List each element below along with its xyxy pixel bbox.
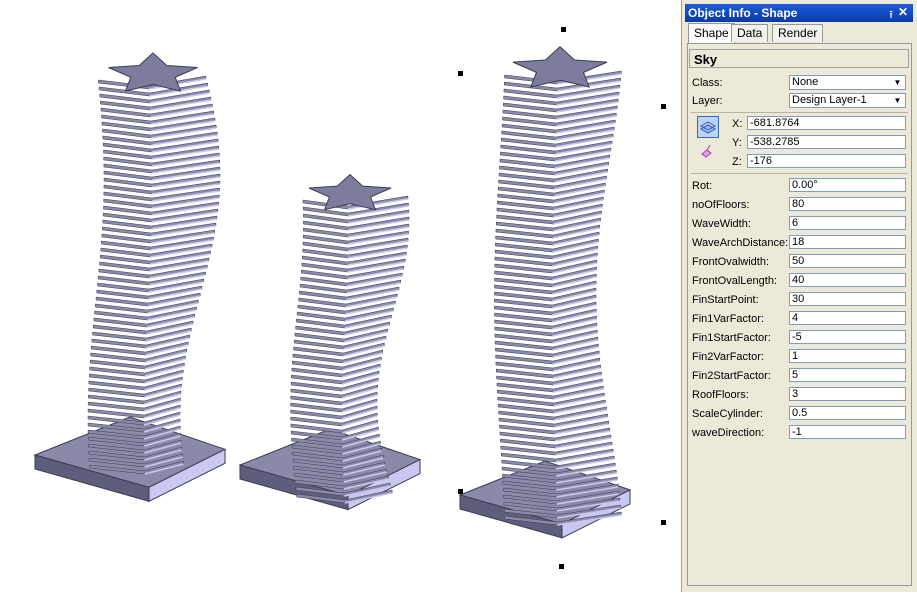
param-label: RoofFloors:	[692, 389, 749, 401]
selection-handle[interactable]	[561, 27, 566, 32]
divider	[691, 173, 908, 174]
param-field[interactable]: 30	[789, 292, 906, 306]
param-label: FrontOvalwidth:	[692, 256, 770, 268]
tower-right[interactable]	[494, 46, 622, 526]
chevron-down-icon[interactable]: ▼	[891, 77, 904, 88]
palette-title: Object Info - Shape	[688, 6, 798, 20]
selection-handle[interactable]	[559, 564, 564, 569]
drawing-viewport[interactable]	[0, 0, 681, 592]
param-field[interactable]: 1	[789, 349, 906, 363]
selection-handle[interactable]	[661, 104, 666, 109]
tower-left[interactable]	[87, 52, 221, 475]
x-label: X:	[732, 118, 743, 130]
param-field[interactable]: 0.5	[789, 406, 906, 420]
param-field[interactable]: 4	[789, 311, 906, 325]
selection-handle[interactable]	[458, 489, 463, 494]
selection-handle[interactable]	[458, 71, 463, 76]
layer-label: Layer:	[692, 95, 723, 107]
tab-render[interactable]: Render	[772, 24, 824, 42]
tab-shape[interactable]: Shape	[688, 23, 735, 43]
selection-handle[interactable]	[661, 520, 666, 525]
param-field[interactable]: 3	[789, 387, 906, 401]
param-label: Fin2StartFactor:	[692, 370, 771, 382]
param-label: Fin2VarFactor:	[692, 351, 764, 363]
param-field[interactable]: 0.00°	[789, 178, 906, 192]
param-label: WaveArchDistance:	[692, 237, 789, 249]
tab-data[interactable]: Data	[731, 24, 769, 42]
class-value: None	[792, 76, 819, 88]
z-field[interactable]: -176	[747, 154, 906, 168]
object-name: Sky	[689, 49, 909, 68]
plane-view-icon[interactable]	[697, 116, 719, 138]
param-field[interactable]: 50	[789, 254, 906, 268]
param-field[interactable]: -5	[789, 330, 906, 344]
class-label: Class:	[692, 77, 723, 89]
palette-titlebar[interactable]: Object Info - Shape ⭱ ✕	[685, 4, 913, 22]
param-label: ScaleCylinder:	[692, 408, 763, 420]
close-icon[interactable]: ✕	[898, 5, 908, 19]
y-field[interactable]: -538.2785	[747, 135, 906, 149]
param-field[interactable]: 18	[789, 235, 906, 249]
param-label: FinStartPoint:	[692, 294, 759, 306]
param-label: WaveWidth:	[692, 218, 751, 230]
tower-middle-base[interactable]	[238, 428, 422, 511]
param-label: Fin1VarFactor:	[692, 313, 764, 325]
param-label: waveDirection:	[692, 427, 765, 439]
scene-canvas[interactable]	[0, 0, 681, 592]
layer-value: Design Layer-1	[792, 94, 867, 106]
pin-icon[interactable]: ⭱	[889, 6, 893, 25]
chevron-down-icon[interactable]: ▼	[891, 95, 904, 106]
param-field[interactable]: 6	[789, 216, 906, 230]
param-field[interactable]: 5	[789, 368, 906, 382]
z-label: Z:	[732, 156, 742, 168]
3d-view-icon[interactable]	[697, 141, 719, 163]
y-label: Y:	[732, 137, 742, 149]
param-label: Rot:	[692, 180, 713, 192]
layer-select[interactable]: Design Layer-1 ▼	[789, 93, 906, 108]
object-info-palette: Object Info - Shape ⭱ ✕ Shape Data Rende…	[681, 0, 917, 592]
param-field[interactable]: 40	[789, 273, 906, 287]
divider	[691, 112, 908, 113]
shape-tab-body: Sky Class: None ▼ Layer: Design Layer-1 …	[687, 43, 912, 586]
param-label: noOfFloors:	[692, 199, 750, 211]
param-label: Fin1StartFactor:	[692, 332, 771, 344]
class-select[interactable]: None ▼	[789, 75, 906, 90]
param-field[interactable]: -1	[789, 425, 906, 439]
param-field[interactable]: 80	[789, 197, 906, 211]
param-label: FrontOvalLength:	[692, 275, 777, 287]
x-field[interactable]: -681.8764	[747, 116, 906, 130]
